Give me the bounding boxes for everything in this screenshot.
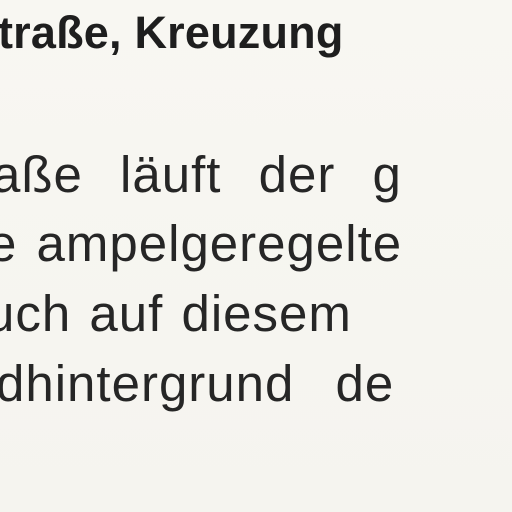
text-line-2: e ampelgeregelte [0, 215, 403, 272]
section-heading: traße, Kreuzung [0, 7, 344, 58]
document-page: traße, Kreuzung aße läuft der g e ampelg… [0, 0, 512, 512]
text-line-1: aße läuft der g [0, 146, 402, 203]
text-line-3: uch auf diesem [0, 285, 352, 342]
text-line-4: dhintergrund de [0, 355, 395, 412]
